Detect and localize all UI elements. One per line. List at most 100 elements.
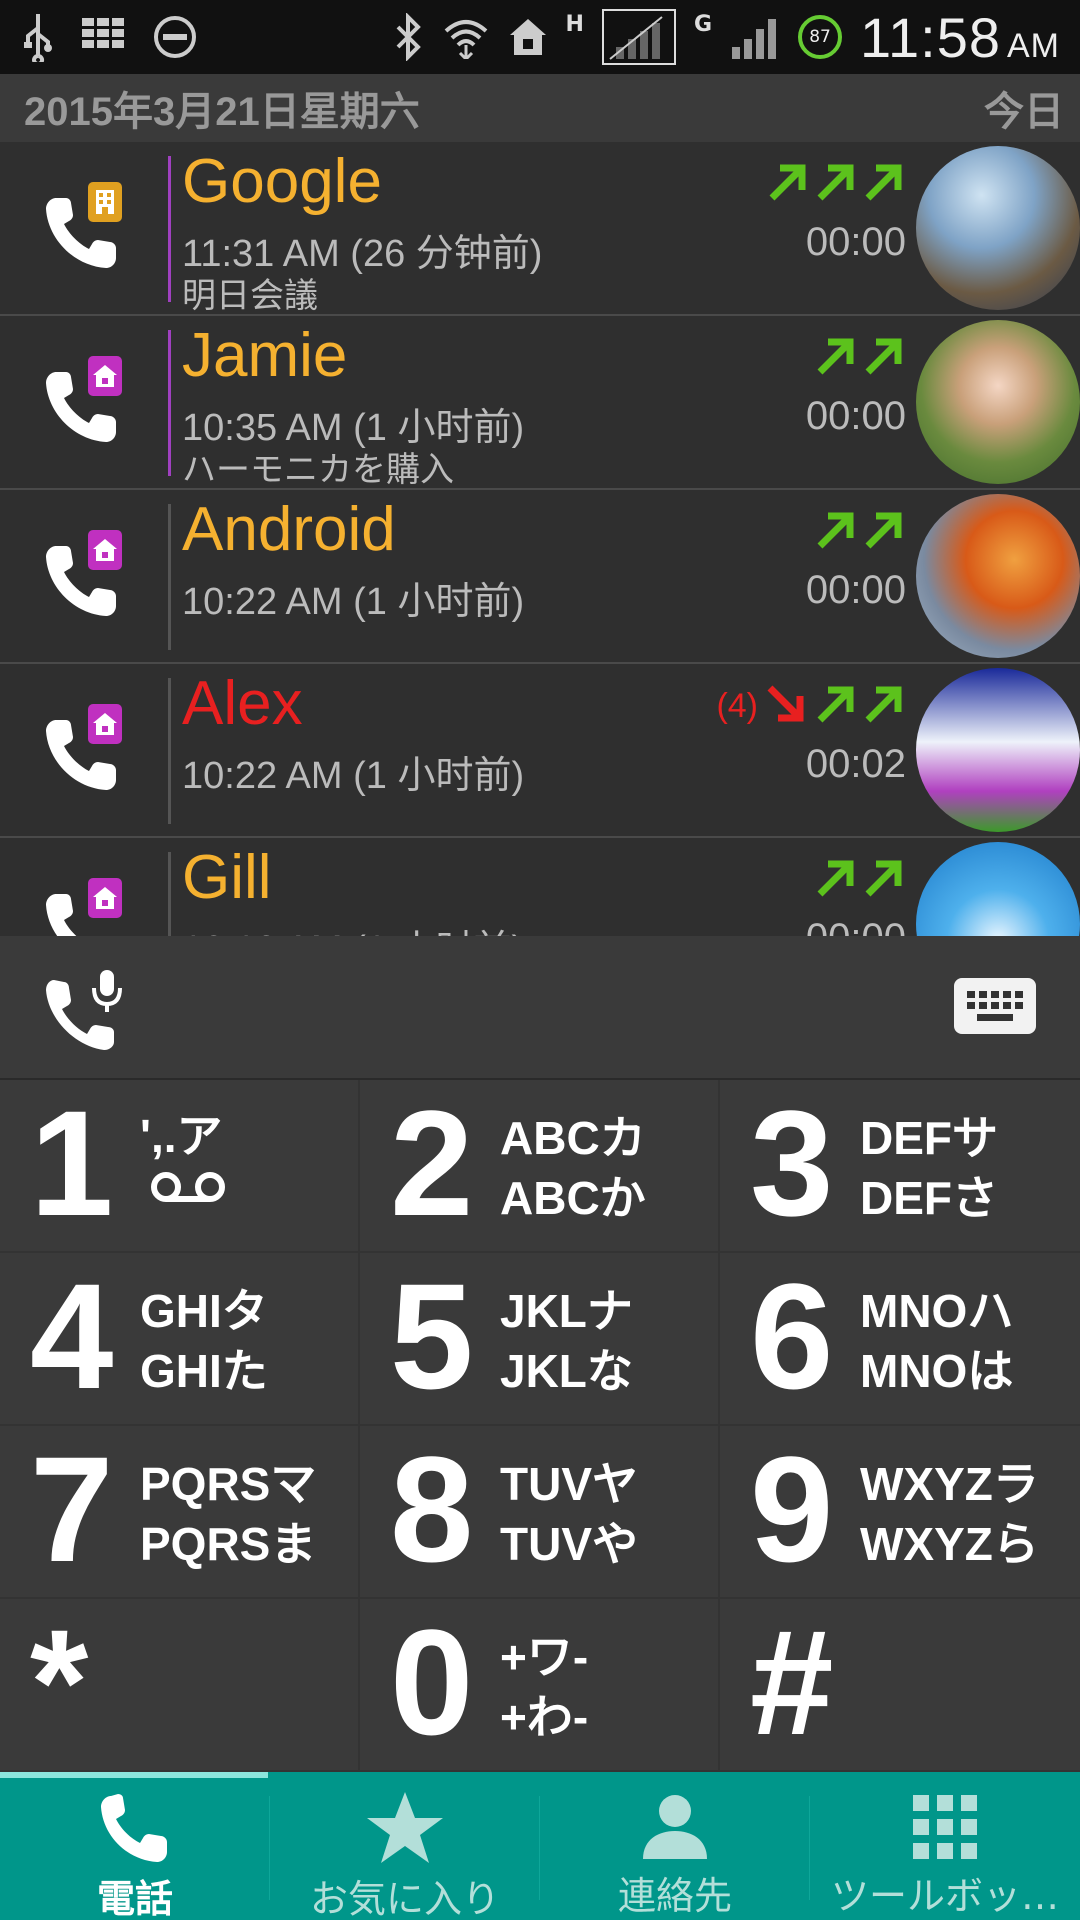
call-log-row[interactable]: Android 10:22 AM (1 小时前) 00:00 xyxy=(0,490,1080,664)
call-time: 10:19 AM (1 小时前) xyxy=(182,918,524,936)
contact-name: Alex xyxy=(182,669,303,738)
relative-day-label: 今日 xyxy=(984,90,1064,134)
tab-label: 電話 xyxy=(96,1877,173,1920)
key-1[interactable]: 1 ',.ア xyxy=(0,1080,360,1253)
key-digit: 3 xyxy=(750,1079,834,1247)
key-2[interactable]: 2 ABCカ ABCか xyxy=(360,1080,720,1253)
key-digit: 5 xyxy=(390,1252,474,1420)
call-direction-icons xyxy=(812,334,904,382)
avatar[interactable] xyxy=(916,320,1080,484)
avatar[interactable] xyxy=(916,146,1080,310)
usb-icon xyxy=(20,12,56,62)
key-digit: 2 xyxy=(390,1079,474,1247)
voice-dial-icon[interactable] xyxy=(40,966,130,1056)
signal-icon xyxy=(601,9,676,65)
avatar[interactable] xyxy=(916,494,1080,658)
call-direction-icons xyxy=(812,508,904,556)
key-digit: 8 xyxy=(390,1425,474,1593)
key-digit: 6 xyxy=(750,1252,834,1420)
outgoing-call-icon xyxy=(812,682,856,730)
call-time: 10:22 AM (1 小时前) xyxy=(182,581,525,623)
bluetooth-icon xyxy=(392,13,424,61)
call-note: ハーモニカを購入 xyxy=(182,450,454,490)
key-3[interactable]: 3 DEFサ DEFさ xyxy=(720,1080,1080,1253)
row-divider xyxy=(168,156,171,302)
outgoing-call-icon xyxy=(860,160,904,208)
key-hash[interactable]: # xyxy=(720,1599,1080,1772)
tab-contacts[interactable]: 連絡先 xyxy=(540,1772,810,1920)
bottom-nav: 電話 お気に入り 連絡先 ツールボッ… xyxy=(0,1772,1080,1920)
row-divider xyxy=(168,330,171,476)
phone-icon xyxy=(97,1790,173,1866)
row-divider xyxy=(168,852,171,936)
date-label: 2015年3月21日星期六 xyxy=(24,90,420,134)
clock: 11:58 AM xyxy=(860,5,1060,69)
key-letters: WXYZラ WXYZら xyxy=(860,1458,1039,1570)
call-time: 10:22 AM (1 小时前) xyxy=(182,755,525,797)
key-4[interactable]: 4 GHIタ GHIた xyxy=(0,1253,360,1426)
key-digit: 1 xyxy=(30,1079,114,1247)
grid-icon xyxy=(911,1790,979,1863)
key-star[interactable]: * xyxy=(0,1599,360,1772)
key-letters: +ワ- +わ- xyxy=(500,1631,589,1743)
avatar[interactable] xyxy=(916,668,1080,832)
home-badge-icon xyxy=(88,530,122,570)
tab-phone[interactable]: 電話 xyxy=(0,1772,270,1920)
call-duration: 00:00 xyxy=(805,568,906,612)
dial-input-bar xyxy=(0,936,1080,1080)
signal-icon xyxy=(730,15,780,59)
call-log-list[interactable]: Google 11:31 AM (26 分钟前) 明日会議 00:00 Jami… xyxy=(0,142,1080,936)
tab-label: ツールボッ… xyxy=(830,1874,1059,1918)
outgoing-call-icon xyxy=(860,682,904,730)
home-icon xyxy=(508,17,548,57)
call-direction-icons xyxy=(812,856,904,904)
home-badge-icon xyxy=(88,356,122,396)
avatar[interactable] xyxy=(916,842,1080,936)
contact-name: Gill xyxy=(182,843,272,912)
contact-name: Android xyxy=(182,495,396,564)
key-6[interactable]: 6 MNOハ MNOは xyxy=(720,1253,1080,1426)
key-letters: ABCカ ABCか xyxy=(500,1112,646,1224)
outgoing-call-icon xyxy=(764,160,808,208)
contact-name: Jamie xyxy=(182,321,348,390)
key-digit: 0 xyxy=(390,1598,474,1766)
outgoing-call-icon xyxy=(812,856,856,904)
key-digit: # xyxy=(750,1598,834,1766)
call-duration: 00:00 xyxy=(806,916,906,936)
voicemail-icon xyxy=(150,1170,226,1208)
wifi-icon xyxy=(442,15,490,59)
battery-icon: 87 xyxy=(798,15,843,59)
key-7[interactable]: 7 PQRSマ PQRSま xyxy=(0,1426,360,1599)
do-not-disturb-icon xyxy=(152,14,198,60)
outgoing-call-icon xyxy=(860,334,904,382)
bbm-icon xyxy=(82,18,126,56)
tab-toolbox[interactable]: ツールボッ… xyxy=(810,1772,1080,1920)
key-9[interactable]: 9 WXYZラ WXYZら xyxy=(720,1426,1080,1599)
keyboard-toggle-icon[interactable] xyxy=(954,978,1036,1034)
key-letters: MNOハ MNOは xyxy=(860,1285,1014,1397)
key-8[interactable]: 8 TUVヤ TUVや xyxy=(360,1426,720,1599)
call-log-row[interactable]: Google 11:31 AM (26 分钟前) 明日会議 00:00 xyxy=(0,142,1080,316)
star-icon xyxy=(365,1790,445,1866)
row-divider xyxy=(168,678,171,824)
key-letters: DEFサ DEFさ xyxy=(860,1112,998,1224)
outgoing-call-icon xyxy=(812,334,856,382)
call-duration: 00:00 xyxy=(805,394,906,438)
key-letters: PQRSマ PQRSま xyxy=(140,1458,317,1570)
call-log-row[interactable]: Alex 10:22 AM (1 小时前) (4) 00:02 xyxy=(0,664,1080,838)
row-divider xyxy=(168,504,171,650)
work-badge-icon xyxy=(88,182,122,222)
key-digit: 9 xyxy=(750,1425,834,1593)
contact-name: Google xyxy=(182,147,382,216)
home-badge-icon xyxy=(88,704,122,744)
call-log-row[interactable]: Gill 10:19 AM (1 小时前) 00:00 xyxy=(0,838,1080,936)
tab-favorites[interactable]: お気に入り xyxy=(270,1772,540,1920)
outgoing-call-icon xyxy=(860,856,904,904)
call-log-row[interactable]: Jamie 10:35 AM (1 小时前) ハーモニカを購入 00:00 xyxy=(0,316,1080,490)
tab-label: 連絡先 xyxy=(617,1874,732,1918)
outgoing-call-icon xyxy=(860,508,904,556)
key-5[interactable]: 5 JKLナ JKLな xyxy=(360,1253,720,1426)
outgoing-call-icon xyxy=(812,160,856,208)
key-letters: ',.ア xyxy=(140,1110,223,1162)
key-0[interactable]: 0 +ワ- +わ- xyxy=(360,1599,720,1772)
